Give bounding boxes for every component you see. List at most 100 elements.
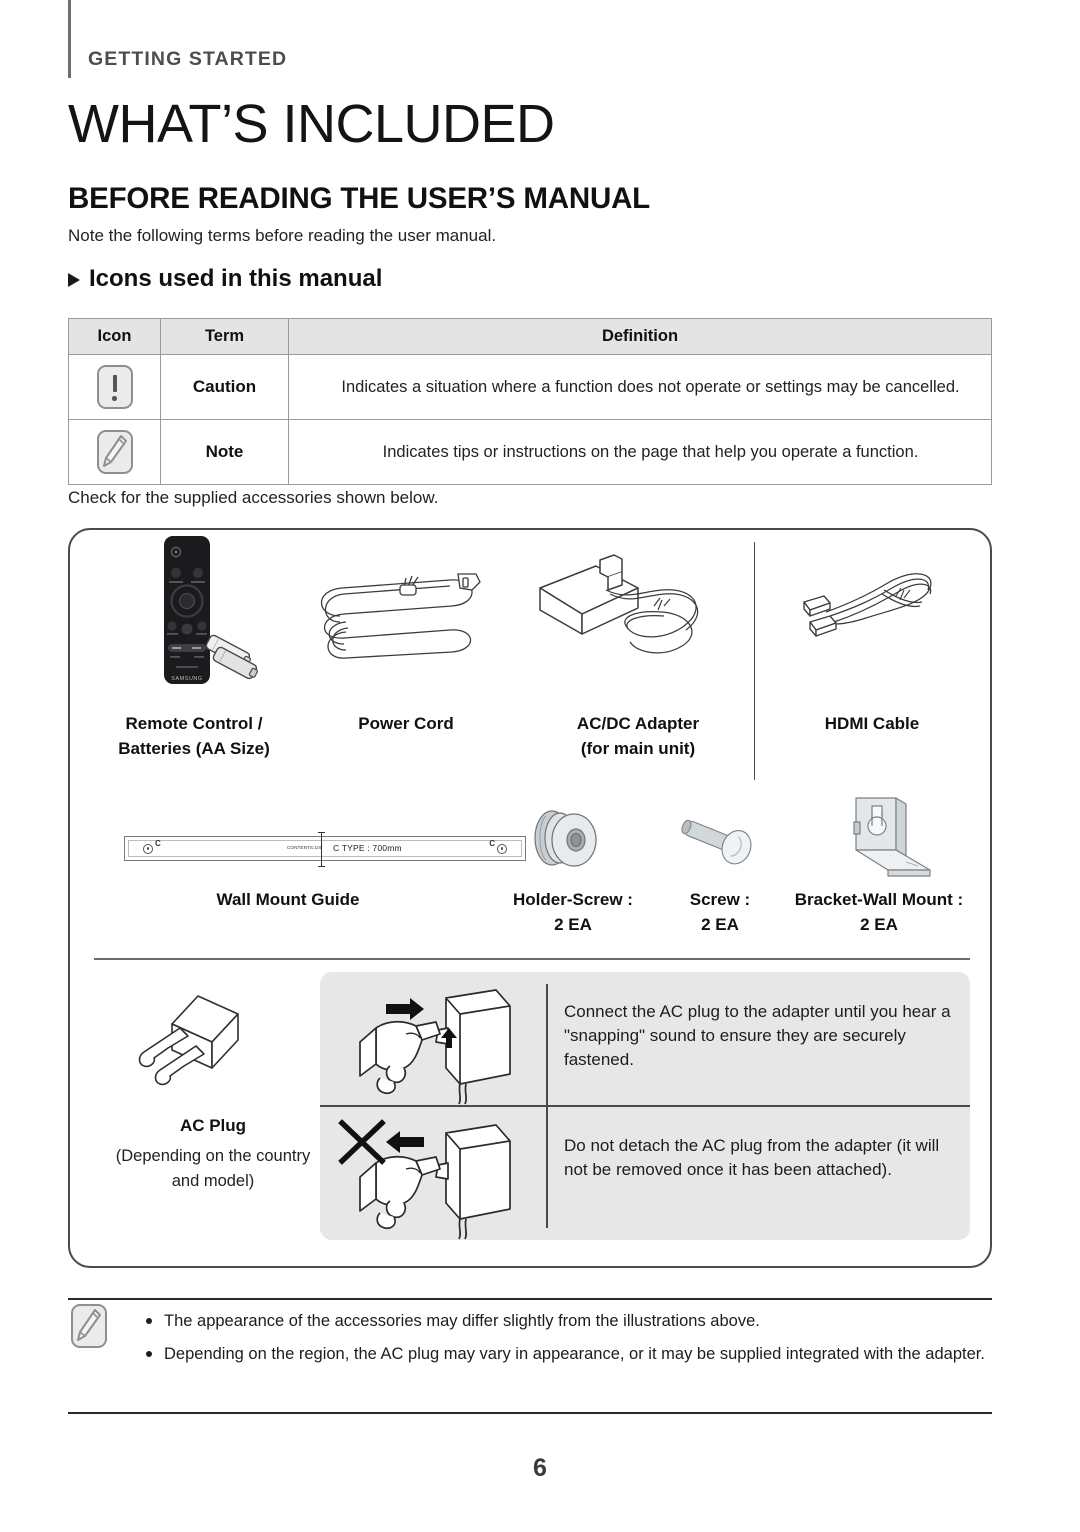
accessory-label-line2: 2 EA <box>860 914 898 934</box>
accessory-label-line1: Screw : <box>689 890 751 909</box>
accessory-label: Wall Mount Guide <box>88 888 488 913</box>
cell-definition-caution: Indicates a situation where a function d… <box>288 354 992 420</box>
accessory-label-line1: Bracket-Wall Mount : <box>794 890 964 909</box>
triangle-bullet-icon <box>68 273 80 287</box>
accessory-label-line2: 2 EA <box>701 914 739 934</box>
cell-definition-note: Indicates tips or instructions on the pa… <box>288 419 992 485</box>
instruction-text-detach: Do not detach the AC plug from the adapt… <box>564 1136 940 1180</box>
cell-icon-note <box>68 419 161 485</box>
page-title: WHAT’S INCLUDED <box>68 94 555 154</box>
hand-detach-plug-forbidden-icon <box>320 1107 546 1240</box>
accessory-label-line1: HDMI Cable <box>824 714 920 733</box>
screw-icon <box>656 796 784 882</box>
hand-attach-plug-icon <box>320 972 546 1105</box>
page-number: 6 <box>533 1454 547 1482</box>
accessory-label: Holder-Screw : 2 EA <box>490 888 656 937</box>
accessory-wall-mount-guide: C CONTENTS:100 C TYPE : 700mm C Wall Mou… <box>88 792 526 962</box>
note-rule-top <box>68 1298 992 1300</box>
accessory-label-line2: 2 EA <box>554 914 592 934</box>
manual-page: GETTING STARTED WHAT’S INCLUDED BEFORE R… <box>0 0 1080 1532</box>
accessory-hdmi-cable: HDMI Cable <box>770 530 974 790</box>
column-header-term: Term <box>160 318 289 355</box>
cell-term-caution: Caution <box>160 354 289 420</box>
accessory-remote-control: SAMSUNG Remote Control / Batteries (AA S… <box>88 530 300 790</box>
accessory-label-line1: AC/DC Adapter <box>576 714 700 733</box>
lead-paragraph: Note the following terms before reading … <box>68 226 497 245</box>
accessory-label-line2: Batteries (AA Size) <box>118 738 270 758</box>
note-list-item: The appearance of the accessories may di… <box>146 1310 992 1334</box>
bracket-wall-mount-icon <box>784 792 974 884</box>
remote-control-icon: SAMSUNG <box>88 530 300 698</box>
column-header-definition: Definition <box>288 318 992 355</box>
ac-dc-adapter-icon <box>522 530 754 698</box>
accessory-label-line1: Power Cord <box>358 714 454 733</box>
wmg-dimension-tick <box>317 832 326 867</box>
accessory-label-line2: (for main unit) <box>580 738 696 758</box>
wmg-inner-border <box>128 840 522 857</box>
accessory-power-cord: Power Cord <box>300 530 512 790</box>
note-item-text: The appearance of the accessories may di… <box>164 1312 760 1330</box>
instructions-horizontal-divider <box>320 1105 970 1107</box>
ac-plug-section: AC Plug (Depending on the country and mo… <box>70 966 990 1266</box>
accessory-screw: Screw : 2 EA <box>656 792 784 962</box>
table-row: Caution Indicates a situation where a fu… <box>68 354 992 420</box>
accessory-ac-plug: AC Plug (Depending on the country and mo… <box>88 966 338 1266</box>
wmg-type-label: C TYPE : 700mm <box>333 842 402 853</box>
accessory-label-line1: Remote Control / <box>125 714 263 733</box>
accessories-box: SAMSUNG Remote Control / Batteries (AA S… <box>68 528 992 1268</box>
table-row: Note Indicates tips or instructions on t… <box>68 419 992 485</box>
wmg-hole-left <box>143 843 153 854</box>
ac-plug-label: AC Plug <box>179 1116 247 1135</box>
wmg-tiny-label: CONTENTS:100 <box>287 844 323 850</box>
accessory-label: Remote Control / Batteries (AA Size) <box>88 712 300 761</box>
hdmi-cable-icon <box>770 530 974 698</box>
accessory-label: Screw : 2 EA <box>656 888 784 937</box>
accessory-label-line1: Holder-Screw : <box>513 890 633 909</box>
accessories-section-divider <box>94 958 970 960</box>
ac-plug-instructions-panel: Connect the AC plug to the adapter until… <box>320 972 970 1240</box>
note-rule-bottom <box>68 1412 992 1414</box>
icons-legend-table: Icon Term Definition Caution Indicates a… <box>68 318 992 485</box>
accessory-label: Bracket-Wall Mount : 2 EA <box>784 888 974 937</box>
note-icon <box>96 430 133 474</box>
note-icon <box>71 1304 107 1348</box>
ac-plug-note-line1: (Depending on the country <box>115 1147 311 1165</box>
accessories-row-1: SAMSUNG Remote Control / Batteries (AA S… <box>70 530 990 790</box>
accessory-label: Power Cord <box>300 712 512 737</box>
accessory-ac-dc-adapter: AC/DC Adapter (for main unit) <box>522 530 754 790</box>
power-cord-icon <box>300 530 512 698</box>
table-header-row: Icon Term Definition <box>68 318 992 355</box>
note-list: The appearance of the accessories may di… <box>146 1310 992 1376</box>
chapter-eyebrow: GETTING STARTED <box>88 48 288 70</box>
caution-icon <box>96 365 133 409</box>
accessory-label: AC/DC Adapter (for main unit) <box>522 712 754 761</box>
accessories-row-2: C CONTENTS:100 C TYPE : 700mm C Wall Mou… <box>70 792 990 962</box>
accessory-label-line1: Wall Mount Guide <box>216 890 360 909</box>
ac-plug-note: (Depending on the country and model) <box>88 1144 338 1194</box>
exclamation-stem <box>112 375 117 392</box>
accessory-holder-screw: Holder-Screw : 2 EA <box>490 792 656 962</box>
pen-icon <box>102 435 127 467</box>
note-list-item: Depending on the region, the AC plug may… <box>146 1343 992 1367</box>
section-title: BEFORE READING THE USER’S MANUAL <box>68 182 650 215</box>
pen-icon <box>77 1309 101 1341</box>
accessories-intro: Check for the supplied accessories shown… <box>68 488 439 507</box>
svg-text:SAMSUNG: SAMSUNG <box>171 676 202 682</box>
ac-plug-icon <box>88 980 338 1110</box>
cell-term-note: Note <box>160 419 289 485</box>
accessory-bracket-wall-mount: Bracket-Wall Mount : 2 EA <box>784 792 974 962</box>
bullet-icon <box>146 1318 152 1324</box>
cell-icon-caution <box>68 354 161 420</box>
wall-mount-guide-icon: C CONTENTS:100 C TYPE : 700mm C <box>124 832 526 867</box>
column-header-icon: Icon <box>68 318 161 355</box>
accessory-label: HDMI Cable <box>770 712 974 737</box>
row1-divider <box>754 542 756 780</box>
instruction-text-attach: Connect the AC plug to the adapter until… <box>564 1002 951 1070</box>
ac-plug-note-line2: and model) <box>171 1171 255 1190</box>
subheading-label: Icons used in this manual <box>89 265 383 292</box>
header-accent-rule <box>68 0 71 78</box>
exclamation-dot <box>112 396 117 401</box>
wmg-marker-left: C <box>155 839 161 848</box>
subheading: Icons used in this manual <box>68 265 382 293</box>
bullet-icon <box>146 1350 152 1357</box>
